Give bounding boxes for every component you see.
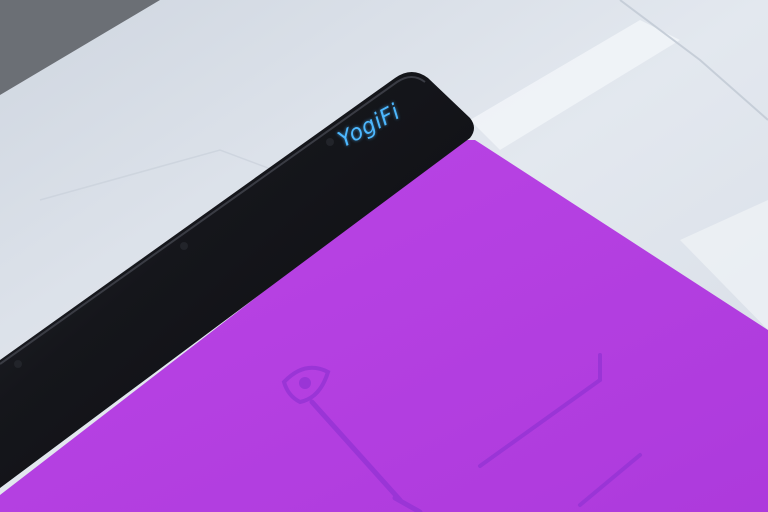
scene-graphics xyxy=(0,0,768,512)
case-emboss xyxy=(14,360,22,368)
case-emboss xyxy=(326,138,334,146)
photo-scene: YogiFi xyxy=(0,0,768,512)
case-emboss xyxy=(180,242,188,250)
